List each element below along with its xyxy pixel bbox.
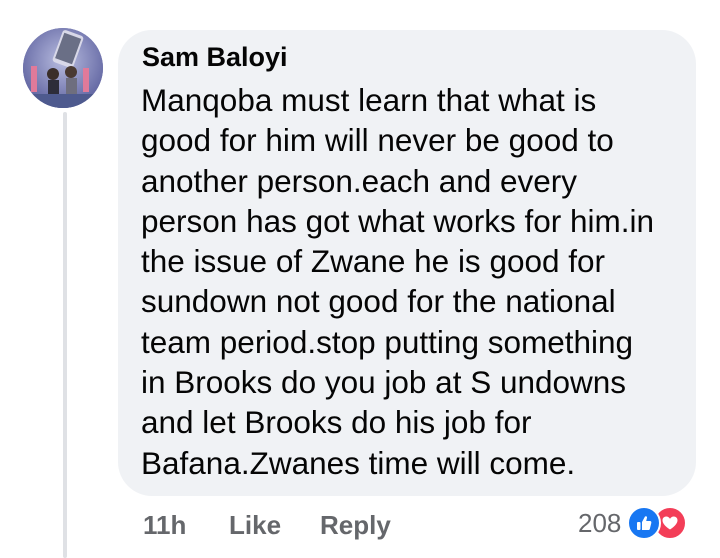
comment-line: another person.each and every (141, 162, 578, 199)
comment-line: Manqoba must learn that what is (141, 82, 597, 118)
reply-button[interactable]: Reply (320, 510, 391, 541)
reaction-count: 208 (578, 507, 622, 538)
thumbs-up-icon (627, 506, 662, 540)
comment-timestamp[interactable]: 11h (143, 510, 186, 541)
comment-line: sundown not good for the national (141, 283, 616, 320)
comment-line: team period.stop putting something (141, 323, 634, 360)
comment-bubble: Sam Baloyi Manqoba must learn that what … (118, 30, 696, 496)
comment-text: Manqoba must learn that what is good for… (141, 80, 681, 483)
reactions-summary[interactable]: 208 (578, 506, 688, 540)
comment-author[interactable]: Sam Baloyi (142, 42, 288, 73)
comment-line: good for him will never be good to (141, 122, 614, 159)
comment-line: the issue of Zwane he is good for (141, 243, 606, 280)
comment-line: in Brooks do you job at S undowns (141, 364, 627, 401)
thread-line (63, 112, 67, 558)
avatar[interactable] (23, 28, 103, 108)
comment-line: and let Brooks do his job for (141, 404, 532, 441)
avatar-image (23, 28, 103, 108)
comment-line: Bafana.Zwanes time will come. (141, 444, 576, 481)
like-button[interactable]: Like (229, 510, 281, 541)
comment-line: person has got what works for him.in (141, 202, 654, 239)
